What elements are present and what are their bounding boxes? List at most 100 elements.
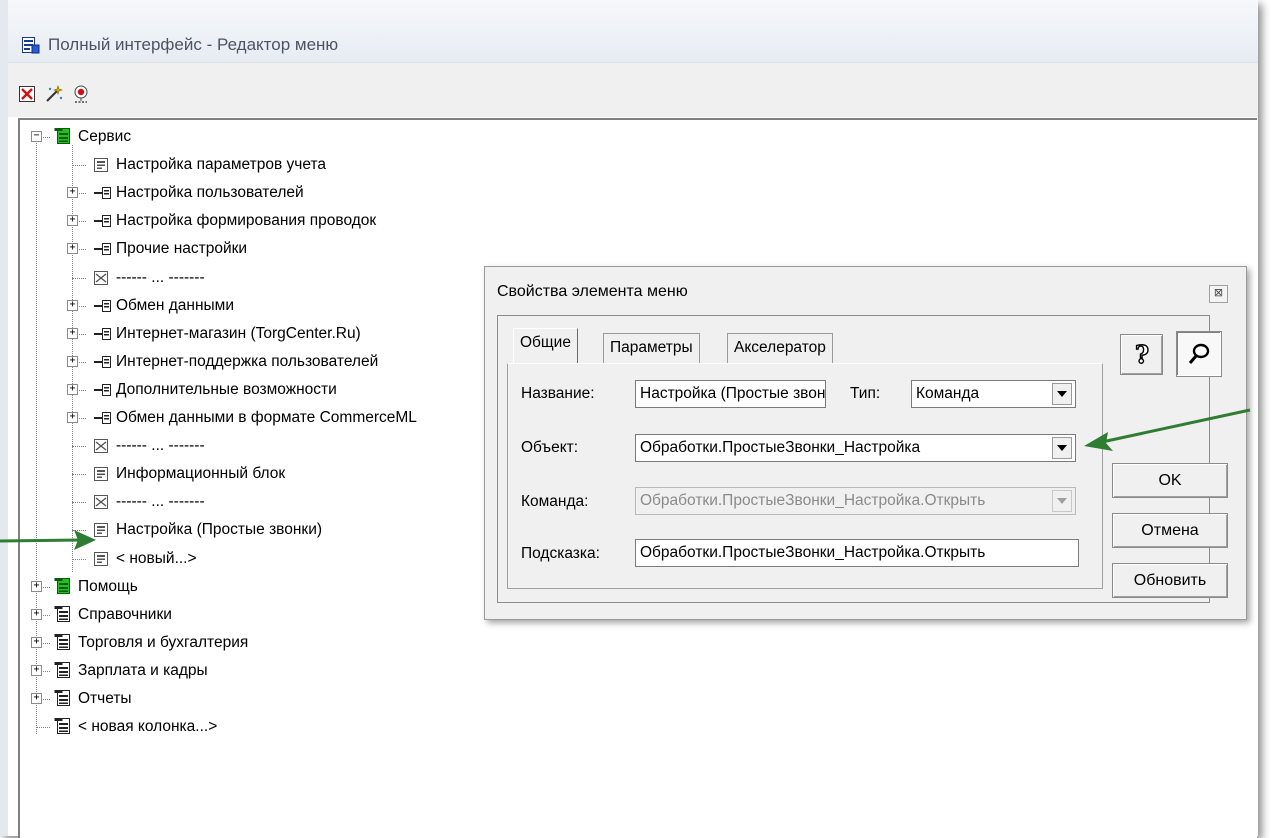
expand-icon[interactable]: + xyxy=(31,664,42,676)
green-column-icon xyxy=(54,127,72,150)
tree-node-label: Настройка (Простые звонки) xyxy=(116,521,323,539)
tree-node-label: Прочие настройки xyxy=(116,240,248,258)
menu-editor-window: Полный интерфейс - Редактор меню − Серви… xyxy=(0,0,1258,838)
command-icon xyxy=(94,158,108,177)
chevron-down-icon xyxy=(1057,445,1067,451)
magic-wand-icon[interactable] xyxy=(43,83,65,105)
tree-node[interactable]: Настройка параметров учета xyxy=(20,153,1020,177)
tree-node-label: Обмен данными в формате CommerceML xyxy=(116,409,417,426)
toolbar xyxy=(8,63,1258,117)
tree-node-label: Информационный блок xyxy=(116,465,286,483)
expand-icon[interactable]: + xyxy=(31,693,42,704)
tree-node-label: Настройка пользователей xyxy=(116,184,304,202)
window-border xyxy=(0,0,8,836)
submenu-icon xyxy=(94,214,112,233)
tree-node[interactable]: + Настройка формирования проводок xyxy=(20,209,1020,233)
tree-node[interactable]: + Прочие настройки xyxy=(20,237,1020,261)
column-icon xyxy=(54,605,72,628)
expand-icon[interactable]: + xyxy=(31,636,42,648)
tree-node-label: Зарплата и кадры xyxy=(78,661,208,679)
separator-icon xyxy=(94,270,108,290)
command-icon xyxy=(94,467,108,486)
tree-node-label: Настройка формирования проводок xyxy=(116,212,377,230)
chevron-down-icon xyxy=(1057,498,1067,504)
window-title: Полный интерфейс - Редактор меню xyxy=(48,35,339,54)
separator-icon xyxy=(94,439,108,458)
object-select-value: Обработки.ПростыеЗвонки_Настройка xyxy=(640,439,921,456)
name-input[interactable]: Настройка (Простые звонки) xyxy=(635,380,826,408)
question-icon: ? xyxy=(1134,339,1149,369)
command-label: Команда: xyxy=(521,493,589,510)
expand-icon[interactable]: + xyxy=(31,608,42,620)
command-dropdown-button xyxy=(1052,490,1072,512)
tree-node-label: < новый...> xyxy=(116,549,197,567)
annotation-arrow-left xyxy=(0,530,96,550)
expand-icon[interactable]: + xyxy=(67,327,78,339)
tree-node-label: Интернет-поддержка пользователей xyxy=(116,352,379,370)
expand-icon[interactable]: + xyxy=(67,412,78,423)
tree-node-label: < новая колонка...> xyxy=(78,718,218,736)
tree-node-label: Дополнительные возможности xyxy=(116,380,337,398)
hint-input[interactable]: Обработки.ПростыеЗвонки_Настройка.Открыт… xyxy=(635,539,1079,567)
submenu-icon xyxy=(94,411,112,430)
help-button[interactable]: ? xyxy=(1120,334,1163,375)
inspect-button[interactable] xyxy=(1176,331,1222,377)
tab-accelerator[interactable]: Акселератор xyxy=(727,333,833,363)
column-icon xyxy=(54,689,72,712)
refresh-button[interactable]: Обновить xyxy=(1112,563,1228,598)
column-icon xyxy=(54,633,72,656)
tree-node[interactable]: + Настройка пользователей xyxy=(20,181,1020,205)
expand-icon[interactable]: + xyxy=(67,355,78,367)
tree-node[interactable]: + Отчеты xyxy=(20,687,1020,711)
tab-parameters[interactable]: Параметры xyxy=(603,333,700,363)
tree-node-label: Помощь xyxy=(78,577,138,595)
tree-node-label: ------ ... ------- xyxy=(116,493,205,511)
tree-node-label: Торговля и бухгалтерия xyxy=(78,633,249,651)
column-icon xyxy=(54,717,72,740)
submenu-icon xyxy=(94,242,112,261)
menu-editor-icon xyxy=(22,37,40,54)
annotation-arrow-right xyxy=(1084,408,1251,451)
expand-icon[interactable]: + xyxy=(67,243,78,255)
expand-icon[interactable]: + xyxy=(67,215,78,227)
hint-label: Подсказка: xyxy=(521,545,600,562)
type-label: Тип: xyxy=(850,385,881,402)
tree-node[interactable]: + Торговля и бухгалтерия xyxy=(20,631,1020,655)
object-dropdown-button[interactable] xyxy=(1052,437,1072,459)
expand-icon[interactable]: + xyxy=(67,383,78,395)
command-select: Обработки.ПростыеЗвонки_Настройка.Открыт… xyxy=(635,487,1076,515)
tab-general[interactable]: Общие xyxy=(513,328,578,363)
command-select-value: Обработки.ПростыеЗвонки_Настройка.Открыт… xyxy=(640,492,986,509)
submenu-icon xyxy=(94,299,112,318)
object-select[interactable]: Обработки.ПростыеЗвонки_Настройка xyxy=(635,434,1076,462)
separator-icon xyxy=(94,495,108,514)
tree-node-label: Отчеты xyxy=(78,690,132,707)
expand-icon[interactable]: + xyxy=(31,580,42,592)
tree-node-label: Интернет-магазин (TorgCenter.Ru) xyxy=(116,324,361,342)
debug-icon[interactable] xyxy=(70,83,92,105)
submenu-icon xyxy=(94,327,112,346)
tree-node-label: Сервис xyxy=(78,128,132,145)
dialog-close-button[interactable]: ⊠ xyxy=(1209,285,1228,303)
chevron-down-icon xyxy=(1057,391,1067,397)
expand-icon[interactable]: + xyxy=(67,187,78,199)
type-dropdown-button[interactable] xyxy=(1052,383,1072,405)
tree-node-label: Настройка параметров учета xyxy=(116,156,326,174)
tree-node[interactable]: < новая колонка...> xyxy=(20,715,1020,739)
submenu-icon xyxy=(94,355,112,374)
submenu-icon xyxy=(94,186,112,205)
name-label: Название: xyxy=(521,385,595,402)
ok-button[interactable]: OK xyxy=(1112,463,1228,498)
tree-node-label: ------ ... ------- xyxy=(116,268,205,286)
close-red-icon[interactable] xyxy=(16,83,38,105)
tree-node[interactable]: + Зарплата и кадры xyxy=(20,659,1020,683)
green-column-icon xyxy=(54,577,72,600)
tree-node-label: Справочники xyxy=(78,605,172,623)
object-label: Объект: xyxy=(521,439,579,456)
svg-text:?: ? xyxy=(1135,340,1149,369)
expand-icon[interactable]: + xyxy=(67,299,78,311)
cancel-button[interactable]: Отмена xyxy=(1112,513,1228,548)
tree-node[interactable]: − Сервис xyxy=(20,125,1020,149)
collapse-icon[interactable]: − xyxy=(31,131,42,142)
dialog-title: Свойства элемента меню xyxy=(497,283,688,300)
